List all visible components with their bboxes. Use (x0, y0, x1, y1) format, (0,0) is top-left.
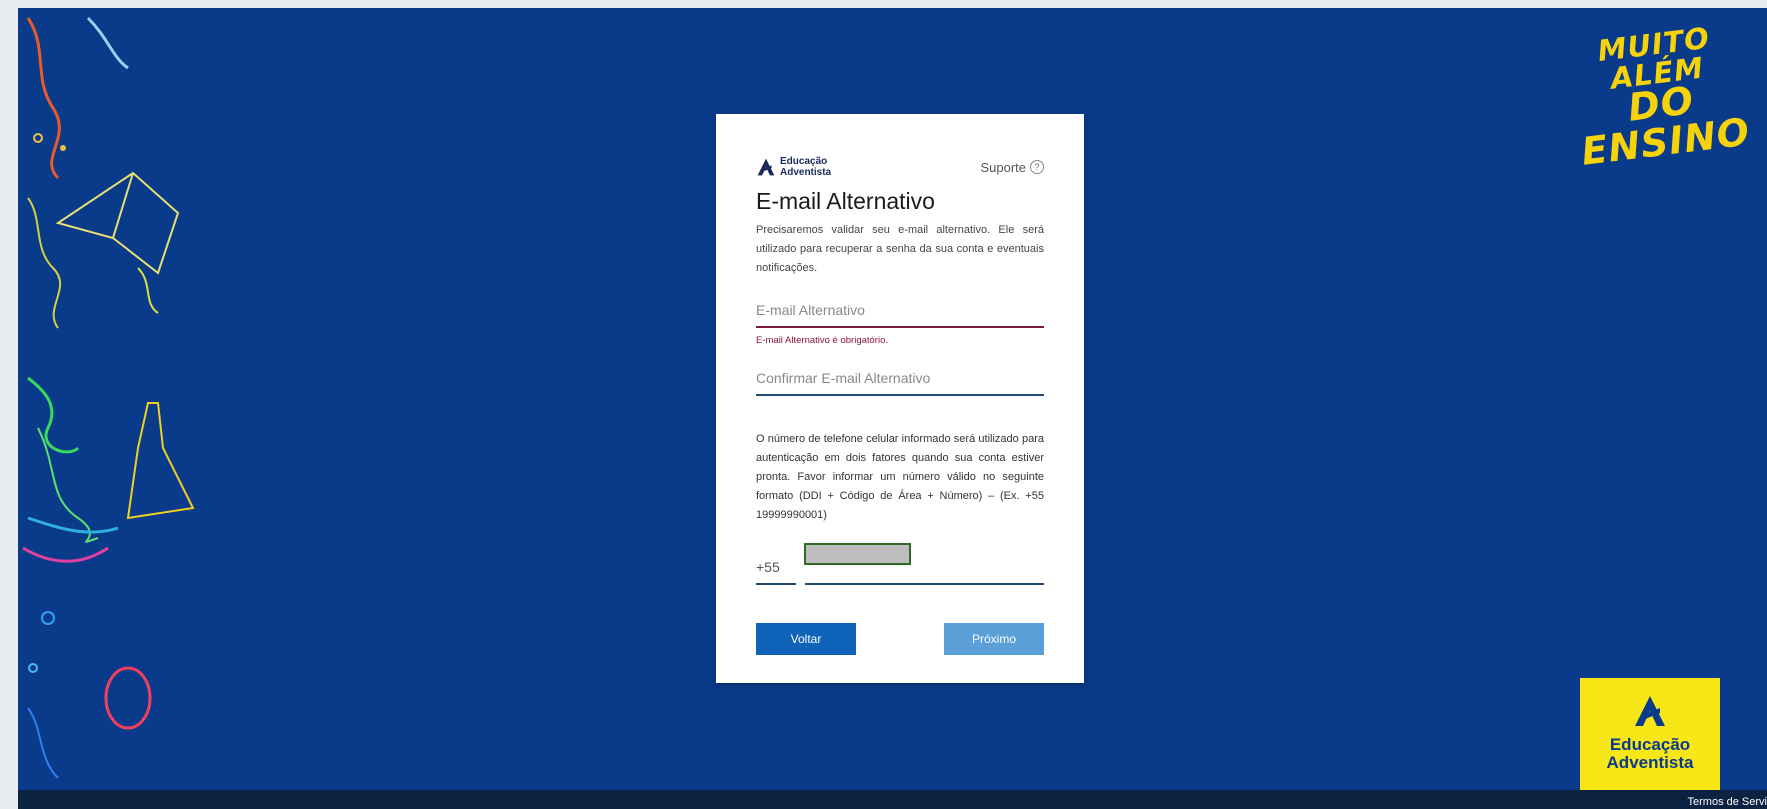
corner-brand-line-1: Educação (1609, 735, 1691, 754)
footer-bar: Termos de Servi (18, 790, 1767, 809)
action-buttons: Voltar Próximo (756, 623, 1044, 655)
educacao-adventista-logo-icon (1635, 696, 1665, 726)
terms-of-service-link[interactable]: Termos de Servi (1688, 796, 1767, 808)
educacao-adventista-logo-icon (757, 158, 775, 176)
confirm-email-field-wrapper (756, 364, 1044, 396)
next-button[interactable]: Próximo (944, 623, 1044, 655)
email-description: Precisaremos validar seu e-mail alternat… (756, 224, 1044, 274)
alternate-email-input[interactable] (756, 296, 1044, 328)
country-code-field[interactable]: +55 (756, 559, 796, 585)
corner-brand-logo: Educação Adventista (1580, 678, 1720, 795)
email-error-message: E-mail Alternativo é obrigatório. (756, 335, 889, 346)
brand-logo: Educação Adventista (756, 156, 831, 178)
phone-field: +55 (756, 541, 1044, 585)
brand-logo-line-2: Adventista (780, 167, 832, 178)
decorative-illustration (22, 16, 195, 779)
confirm-alternate-email-input[interactable] (756, 364, 1044, 396)
email-field-wrapper: E-mail Alternativo é obrigatório. (756, 296, 1044, 346)
phone-number-input[interactable] (804, 543, 911, 565)
corner-brand-line-2: Adventista (1606, 753, 1694, 772)
brand-logo-line-1: Educação (780, 156, 828, 167)
support-link[interactable]: Suporte ? (980, 160, 1044, 175)
back-button[interactable]: Voltar (756, 623, 856, 655)
phone-number-underline (805, 583, 1044, 585)
slogan-logo: MUITO ALÉM DO ENSINO (1558, 19, 1763, 174)
phone-description: O número de telefone celular informado s… (756, 433, 1044, 521)
page-background: MUITO ALÉM DO ENSINO Educação Adventista… (18, 8, 1767, 809)
support-label: Suporte (980, 159, 1026, 175)
page-title: E-mail Alternativo (756, 188, 935, 214)
alternate-email-card: Educação Adventista Suporte ? E-mail Alt… (716, 114, 1084, 683)
help-circle-icon: ? (1030, 160, 1044, 174)
